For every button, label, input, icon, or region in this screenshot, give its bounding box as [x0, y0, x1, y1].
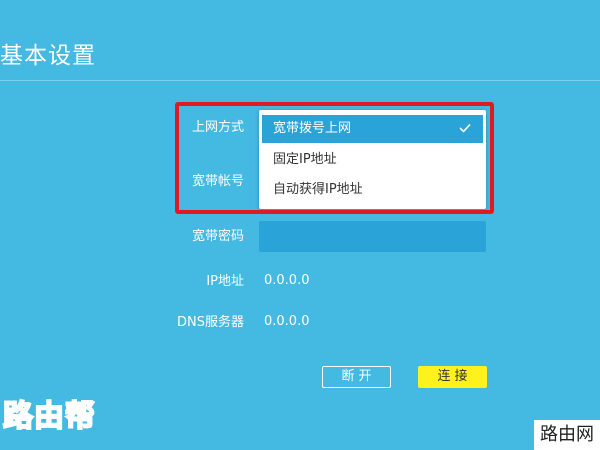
password-input[interactable] — [259, 221, 486, 252]
title-divider — [0, 80, 600, 81]
dns-server-value: 0.0.0.0 — [264, 314, 310, 329]
ip-address-value: 0.0.0.0 — [264, 273, 310, 288]
dns-server-label: DNS服务器 — [177, 315, 244, 330]
ip-address-label: IP地址 — [206, 274, 244, 289]
watermark-logo: 路由帮 — [2, 398, 96, 435]
page-title: 基本设置 — [0, 43, 96, 69]
connect-button[interactable]: 连接 — [418, 366, 487, 388]
password-label: 宽带密码 — [191, 229, 244, 244]
watermark-badge: 路由网 — [534, 420, 600, 450]
disconnect-button[interactable]: 断开 — [322, 366, 391, 388]
highlight-annotation-frame — [175, 102, 494, 214]
